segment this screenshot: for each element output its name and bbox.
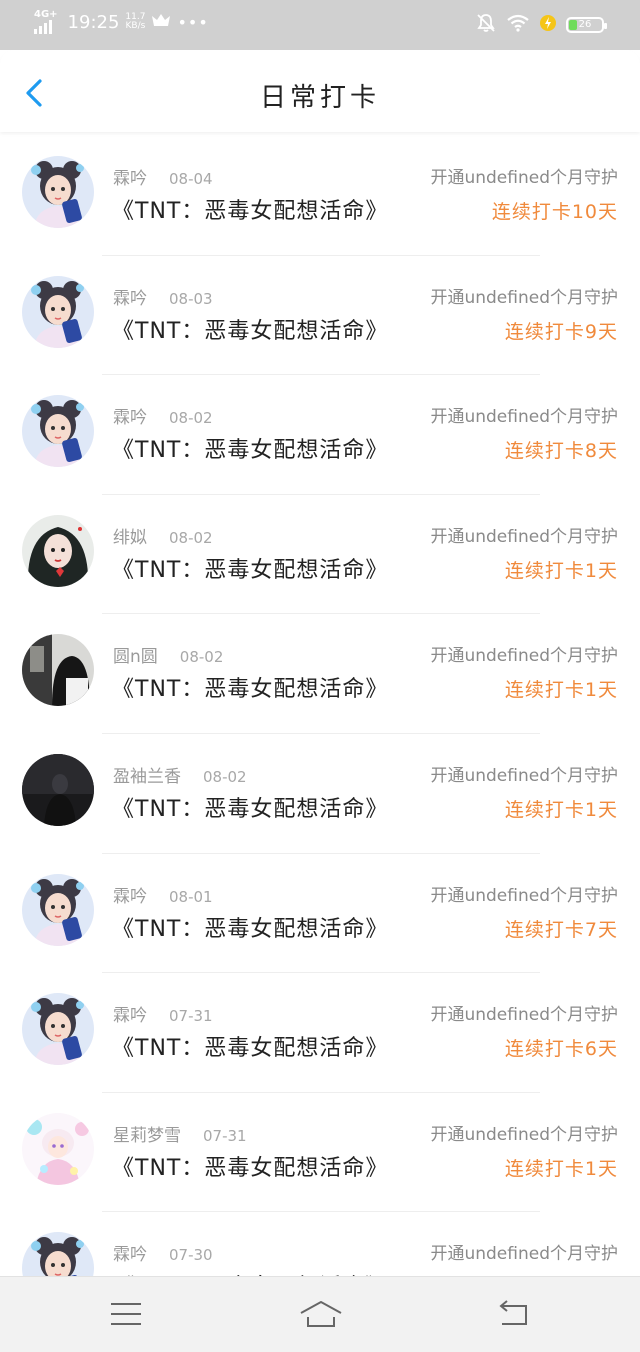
- avatar[interactable]: [22, 156, 94, 228]
- streak-count: 连续打卡7天: [504, 918, 618, 941]
- guard-status: 开通undefined个月守护: [430, 287, 618, 308]
- checkin-date: 08-02: [203, 767, 247, 786]
- streak-count: 连续打卡6天: [504, 1038, 618, 1061]
- list-item[interactable]: 霖吟 07-31 《TNT：恶毒女配想活命》 开通undefined个月守护 连续…: [0, 973, 640, 1093]
- streak-count: 连续打卡9天: [504, 320, 618, 343]
- book-title[interactable]: 《TNT：恶毒女配想活命》: [112, 911, 388, 943]
- avatar[interactable]: [22, 514, 94, 587]
- user-name[interactable]: 霖吟: [113, 408, 147, 428]
- avatar[interactable]: [22, 1112, 94, 1185]
- status-bar: 4G+ 19:25 11.7 KB/s ••• 26: [0, 0, 640, 50]
- avatar[interactable]: [22, 275, 94, 348]
- user-name[interactable]: 圆n圆: [113, 647, 158, 667]
- book-title[interactable]: 《TNT：恶毒女配想活命》: [112, 1150, 388, 1182]
- list-item[interactable]: 霖吟 08-02 《TNT：恶毒女配想活命》 开通undefined个月守护 连续…: [0, 375, 640, 495]
- avatar[interactable]: [22, 753, 94, 826]
- book-title[interactable]: 《TNT：恶毒女配想活命》: [112, 432, 388, 464]
- book-title[interactable]: 《TNT：恶毒女配想活命》: [112, 1269, 388, 1276]
- battery-level: 26: [578, 19, 592, 30]
- avatar[interactable]: [22, 1232, 94, 1276]
- streak-count: 连续打卡1天: [504, 798, 618, 821]
- book-title[interactable]: 《TNT：恶毒女配想活命》: [112, 193, 388, 225]
- checkin-date: 08-02: [169, 409, 213, 428]
- home-icon: [300, 1301, 342, 1327]
- streak-count: 连续打卡10天: [491, 201, 618, 223]
- book-title[interactable]: 《TNT：恶毒女配想活命》: [112, 791, 388, 823]
- checkin-date: 07-31: [169, 1007, 213, 1026]
- home-button[interactable]: [298, 1299, 344, 1329]
- avatar[interactable]: [22, 993, 94, 1066]
- signal-icon: [34, 20, 52, 34]
- streak-count: 连续打卡1天: [504, 559, 618, 582]
- clock: 19:25: [67, 11, 120, 33]
- user-name[interactable]: 绯姒: [113, 528, 147, 548]
- list-item[interactable]: 星莉梦雪 07-31 《TNT：恶毒女配想活命》 开通undefined个月守护 …: [0, 1093, 640, 1213]
- streak-count: 连续打卡1天: [504, 679, 618, 702]
- system-nav-bar: [0, 1276, 640, 1352]
- avatar[interactable]: [22, 395, 94, 468]
- checkin-date: 08-04: [169, 170, 213, 188]
- guard-status: 开通undefined个月守护: [430, 1124, 618, 1145]
- guard-status: 开通undefined个月守护: [430, 646, 618, 667]
- avatar[interactable]: [22, 873, 94, 946]
- book-title[interactable]: 《TNT：恶毒女配想活命》: [112, 313, 388, 345]
- return-icon: [499, 1300, 527, 1325]
- checkin-date: 08-02: [169, 528, 213, 547]
- list-item[interactable]: 霖吟07-30 《TNT：恶毒女配想活命》 开通undefined个月守护 连续…: [0, 1212, 640, 1276]
- book-title[interactable]: 《TNT：恶毒女配想活命》: [112, 1030, 388, 1062]
- streak-count: 连续打卡1天: [504, 1157, 618, 1180]
- guard-status: 开通undefined个月守护: [430, 765, 618, 786]
- guard-status: 开通undefined个月守护: [430, 407, 618, 428]
- checkin-date: 08-01: [169, 887, 213, 906]
- page-header: 日常打卡: [0, 50, 640, 132]
- streak-count: 连续打卡8天: [504, 440, 618, 463]
- guard-status: 开通undefined个月守护: [430, 168, 618, 188]
- user-name[interactable]: 霖吟: [113, 1006, 147, 1026]
- checkin-date: 08-03: [169, 289, 213, 308]
- menu-icon: [111, 1303, 141, 1325]
- user-name[interactable]: 盈袖兰香: [113, 767, 181, 787]
- user-name[interactable]: 星莉梦雪: [113, 1126, 181, 1146]
- list-item[interactable]: 霖吟 08-03 《TNT：恶毒女配想活命》 开通undefined个月守护 连续…: [0, 256, 640, 376]
- guard-status: 开通undefined个月守护: [430, 526, 618, 547]
- user-name[interactable]: 霖吟: [113, 169, 147, 189]
- book-title[interactable]: 《TNT：恶毒女配想活命》: [112, 552, 388, 584]
- menu-button[interactable]: [108, 1299, 144, 1329]
- checkin-date: 07-31: [203, 1126, 247, 1145]
- charging-icon: [540, 14, 556, 36]
- battery-icon: 26: [566, 17, 607, 33]
- checkin-date: 08-02: [179, 648, 224, 667]
- list-item[interactable]: 盈袖兰香 08-02 《TNT：恶毒女配想活命》 开通undefined个月守护 …: [0, 734, 640, 854]
- back-nav-button[interactable]: [496, 1299, 532, 1329]
- list-item[interactable]: 霖吟 08-04 《TNT：恶毒女配想活命》 开通undefined个月守护 连续…: [0, 136, 640, 256]
- more-notifications-icon: •••: [177, 12, 209, 32]
- user-name[interactable]: 霖吟: [113, 1245, 147, 1265]
- user-name[interactable]: 霖吟: [113, 887, 147, 907]
- book-title[interactable]: 《TNT：恶毒女配想活命》: [112, 671, 388, 703]
- list-item[interactable]: 霖吟 08-01 《TNT：恶毒女配想活命》 开通undefined个月守护 连续…: [0, 854, 640, 974]
- guard-status: 开通undefined个月守护: [430, 1005, 618, 1026]
- guard-status: 开通undefined个月守护: [430, 1244, 618, 1265]
- page-title: 日常打卡: [259, 83, 380, 113]
- checkin-list[interactable]: 霖吟 08-04 《TNT：恶毒女配想活命》 开通undefined个月守护 连续…: [0, 136, 640, 1276]
- bell-off-icon: [476, 13, 496, 37]
- user-name[interactable]: 霖吟: [113, 289, 147, 309]
- list-item[interactable]: 绯姒 08-02 《TNT：恶毒女配想活命》 开通undefined个月守护 连续…: [0, 495, 640, 615]
- list-item[interactable]: 圆n圆 08-02 《TNT：恶毒女配想活命》 开通undefined个月守护 连…: [0, 614, 640, 734]
- net-speed: 11.7 KB/s: [125, 12, 146, 31]
- avatar[interactable]: [22, 634, 94, 707]
- network-type: 4G+: [34, 9, 58, 20]
- wifi-icon: [506, 14, 530, 36]
- crown-icon: [151, 12, 171, 32]
- checkin-date: 07-30: [169, 1246, 213, 1265]
- guard-status: 开通undefined个月守护: [430, 885, 618, 906]
